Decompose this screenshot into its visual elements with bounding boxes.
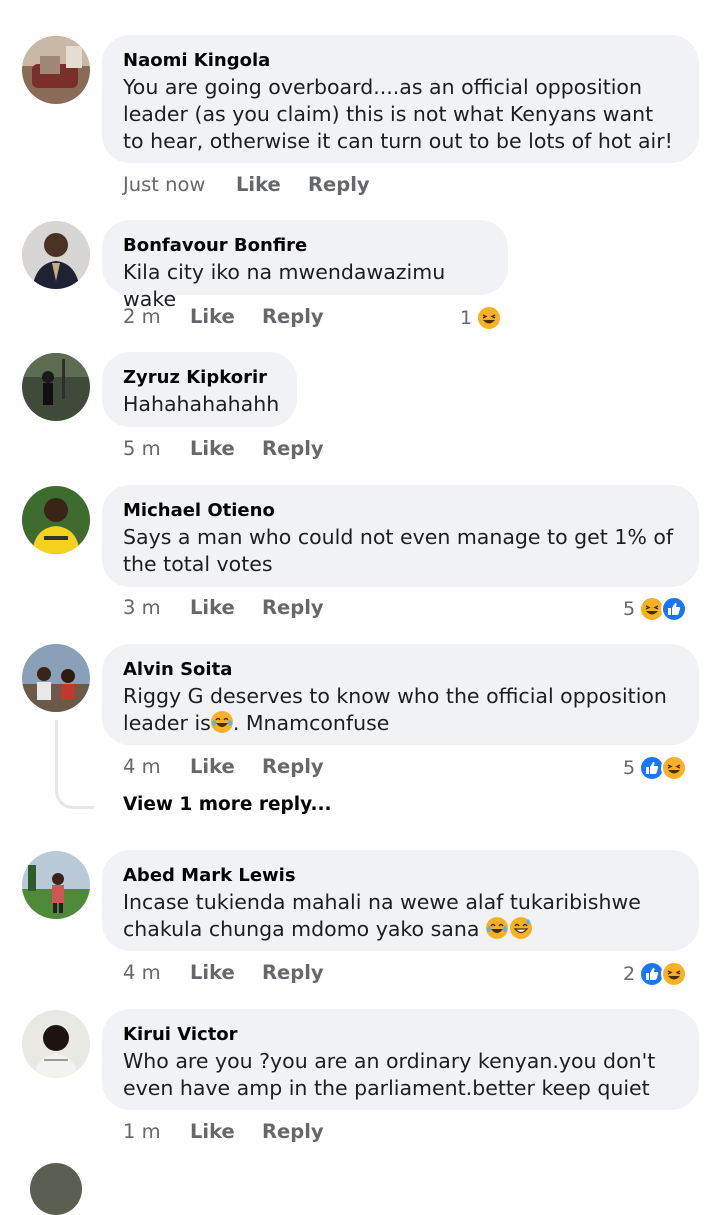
reply-button[interactable]: Reply (262, 437, 324, 460)
comment-time[interactable]: 2 m (123, 305, 161, 328)
avatar[interactable] (22, 1010, 90, 1078)
like-button[interactable]: Like (236, 173, 281, 196)
avatar[interactable] (22, 486, 90, 554)
comment-bubble: Alvin Soita Riggy G deserves to know who… (102, 644, 699, 745)
comment-text-part: Incase tukienda mahali na wewe alaf tuka… (123, 890, 641, 941)
comment-author[interactable]: Zyruz Kipkorir (123, 366, 275, 390)
avatar[interactable] (22, 353, 90, 421)
comment-bubble: Zyruz Kipkorir Hahahahahahh (102, 352, 297, 427)
comment-author[interactable]: Alvin Soita (123, 658, 677, 682)
comment-bubble: Michael Otieno Says a man who could not … (102, 485, 699, 587)
avatar[interactable] (22, 644, 90, 712)
comment-time[interactable]: 5 m (123, 437, 161, 460)
comment-bubble: Naomi Kingola You are going overboard...… (102, 35, 699, 163)
reaction-summary[interactable]: 2 (623, 959, 688, 989)
reaction-summary[interactable]: 5 (623, 753, 688, 783)
grin-sweat-emoji (509, 917, 532, 939)
reaction-summary[interactable]: 5 (623, 594, 688, 624)
reply-button[interactable]: Reply (262, 305, 324, 328)
reaction-count: 5 (623, 598, 636, 620)
reply-button[interactable]: Reply (308, 173, 370, 196)
comment-bubble: Kirui Victor Who are you ?you are an ord… (102, 1009, 699, 1110)
comment-author[interactable]: Abed Mark Lewis (123, 864, 677, 888)
comment-text: Hahahahahahh (123, 392, 280, 416)
avatar[interactable] (30, 1163, 82, 1215)
reply-thread-connector (55, 720, 94, 809)
reply-button[interactable]: Reply (262, 961, 324, 984)
like-button[interactable]: Like (190, 755, 235, 778)
like-button[interactable]: Like (190, 305, 235, 328)
comment-time[interactable]: 1 m (123, 1120, 161, 1143)
comment-text-part: . Mnamconfuse (232, 711, 390, 735)
haha-reaction-icon (476, 305, 503, 331)
like-button[interactable]: Like (190, 1120, 235, 1143)
comment-time[interactable]: 4 m (123, 755, 161, 778)
laughing-tears-emoji (485, 917, 508, 939)
comment-bubble: Abed Mark Lewis Incase tukienda mahali n… (102, 850, 699, 951)
comment-text: You are going overboard....as an officia… (123, 75, 673, 153)
comment-time[interactable]: Just now (123, 173, 205, 196)
reaction-summary[interactable]: 1 (460, 303, 503, 333)
haha-reaction-icon (661, 755, 688, 781)
comment-author[interactable]: Michael Otieno (123, 499, 677, 523)
comment-time[interactable]: 4 m (123, 961, 161, 984)
comment-text: Incase tukienda mahali na wewe alaf tuka… (123, 889, 677, 943)
reaction-count: 1 (460, 307, 473, 329)
laughing-tears-emoji (210, 711, 233, 733)
like-reaction-icon (661, 596, 688, 622)
like-button[interactable]: Like (190, 596, 235, 619)
reply-button[interactable]: Reply (262, 1120, 324, 1143)
view-more-replies-link[interactable]: View 1 more reply... (123, 794, 332, 815)
comment-author[interactable]: Naomi Kingola (123, 49, 677, 73)
like-button[interactable]: Like (190, 961, 235, 984)
comment-author[interactable]: Kirui Victor (123, 1023, 677, 1047)
reaction-count: 5 (623, 757, 636, 779)
comment-text: Says a man who could not even manage to … (123, 525, 674, 576)
avatar[interactable] (22, 36, 90, 104)
comment-text: Who are you ?you are an ordinary kenyan.… (123, 1049, 656, 1100)
reaction-count: 2 (623, 963, 636, 985)
comment-text-part: Riggy G deserves to know who the officia… (123, 684, 667, 735)
avatar[interactable] (22, 851, 90, 919)
comment-author[interactable]: Bonfavour Bonfire (123, 234, 486, 258)
comment-text: Riggy G deserves to know who the officia… (123, 683, 677, 737)
comment-bubble: Bonfavour Bonfire Kila city iko na mwend… (102, 220, 508, 311)
reply-button[interactable]: Reply (262, 596, 324, 619)
like-button[interactable]: Like (190, 437, 235, 460)
haha-reaction-icon (661, 961, 688, 987)
reply-button[interactable]: Reply (262, 755, 324, 778)
avatar[interactable] (22, 221, 90, 289)
comment-time[interactable]: 3 m (123, 596, 161, 619)
